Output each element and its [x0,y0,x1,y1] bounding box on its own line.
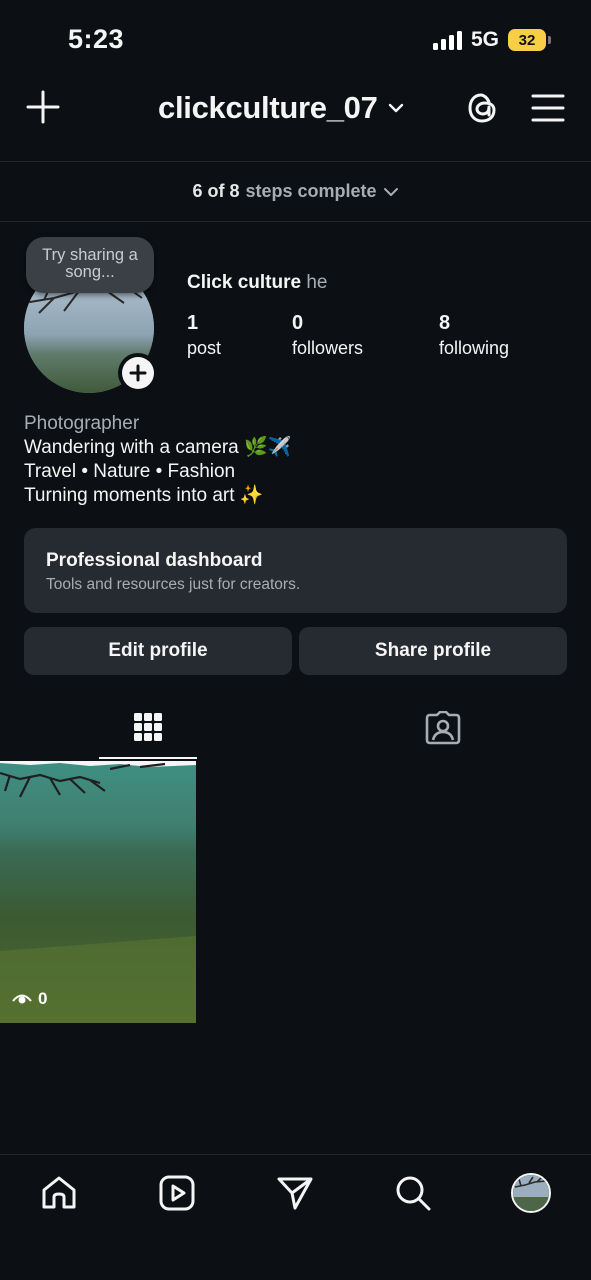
create-button[interactable] [26,90,60,124]
plus-icon [129,364,147,382]
status-time: 5:23 [68,24,125,54]
steps-label: steps complete [245,181,377,201]
stat-label: post [187,338,222,358]
share-profile-button[interactable]: Share profile [299,627,567,675]
stat-value: 1 [187,312,199,334]
edit-profile-button[interactable]: Edit profile [24,627,292,675]
threads-button[interactable] [464,90,500,126]
stat-posts[interactable]: 1 post [187,312,221,359]
status-indicators: 5G 32 [432,28,551,52]
username: clickculture_07 [158,90,378,125]
send-icon [277,1177,313,1210]
dashboard-title: Professional dashboard [46,550,263,571]
search-icon [396,1176,431,1211]
post-view-count: 0 [12,989,47,1009]
battery-level: 32 [508,29,546,51]
bio-category: Photographer [24,413,140,434]
post-thumbnail[interactable]: 0 [0,761,196,1023]
avatar-photo [513,1175,549,1211]
add-story-button[interactable] [118,353,158,393]
nav-home[interactable] [39,1173,79,1213]
profile-header: clickculture_07 [0,80,591,162]
dashboard-subtitle: Tools and resources just for creators. [46,576,301,593]
threads-icon [468,93,496,123]
pronouns: he [306,272,328,293]
menu-button[interactable] [530,92,566,124]
stat-label: followers [292,338,364,358]
network-label: 5G [470,28,499,51]
chevron-down-icon [383,187,398,196]
menu-icon [531,94,565,122]
nav-direct[interactable] [275,1173,315,1213]
post-photo [0,761,196,1023]
eye-icon [12,994,32,1004]
plus-icon [26,90,60,124]
battery-icon: 32 [508,29,551,51]
grid-icon [134,713,162,741]
content-tabs [0,697,591,759]
tab-posts-grid[interactable] [99,697,197,759]
profile-avatar [511,1173,551,1213]
note-bubble[interactable]: Try sharing a song... [26,237,154,293]
bio-line: Wandering with a camera 🌿✈️ [24,437,292,458]
signal-icon [432,30,462,50]
bio-line: Turning moments into art ✨ [24,485,264,506]
bio: Photographer Wandering with a camera 🌿✈️… [24,412,291,508]
bottom-navigation [0,1154,591,1280]
tab-tagged[interactable] [394,697,492,759]
nav-reels[interactable] [157,1173,197,1213]
nav-search[interactable] [393,1173,433,1213]
stat-followers[interactable]: 0 followers [292,312,363,359]
profile-name: Click culture [187,272,302,293]
status-bar: 5:23 5G 32 [0,0,591,80]
bio-line: Travel • Nature • Fashion [24,461,236,482]
stat-label: following [439,338,510,358]
nav-profile[interactable] [511,1173,551,1213]
chevron-down-icon [388,103,403,113]
profile-steps-progress[interactable]: 6 of 8 steps complete [0,162,591,222]
tagged-icon [425,711,461,745]
home-icon [42,1176,76,1209]
view-count: 0 [38,989,48,1008]
professional-dashboard-card[interactable]: Professional dashboard Tools and resourc… [24,528,567,613]
profile-screen: 5:23 5G 32 clickculture_07 6 of 8 steps … [0,0,591,1280]
reels-icon [159,1175,195,1211]
stat-following[interactable]: 8 following [439,312,509,359]
display-name: Click culture he [187,272,327,294]
steps-count: 6 of 8 [192,181,240,201]
stat-value: 8 [439,312,451,334]
stat-value: 0 [292,312,304,334]
account-switcher[interactable]: clickculture_07 [158,90,404,126]
